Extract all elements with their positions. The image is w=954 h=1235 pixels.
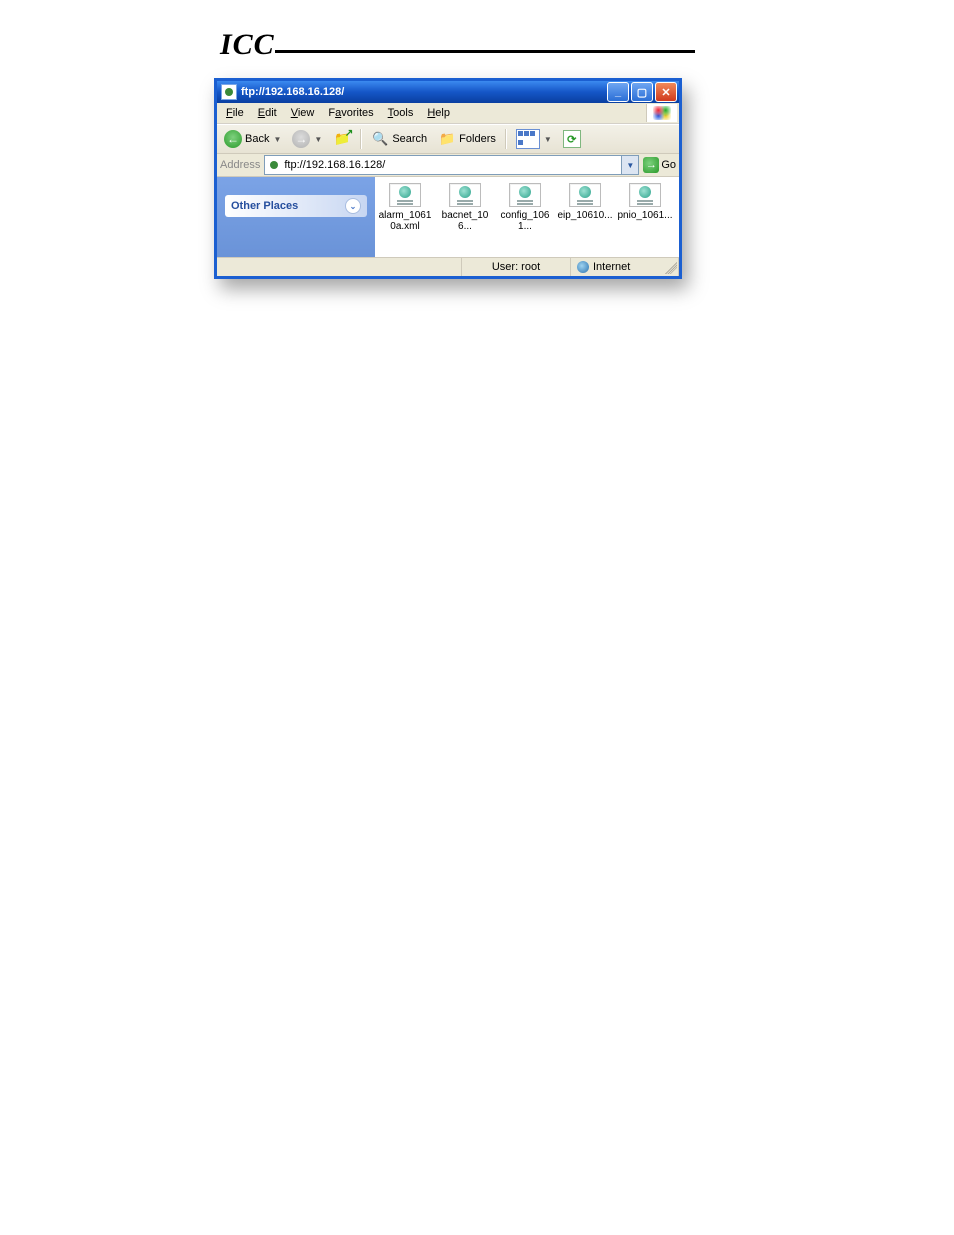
toolbar: ← Back ▼ → ▼ Search Folder bbox=[217, 124, 679, 154]
status-zone: Internet bbox=[571, 258, 679, 276]
back-label: Back bbox=[245, 133, 269, 145]
expand-icon[interactable]: ⌄ bbox=[345, 198, 361, 214]
list-item[interactable]: eip_10610... bbox=[557, 183, 613, 221]
other-places-label: Other Places bbox=[231, 200, 298, 212]
search-icon bbox=[371, 130, 389, 148]
file-name: eip_10610... bbox=[557, 210, 613, 221]
file-list[interactable]: alarm_10610a.xml bacnet_106... config_10… bbox=[375, 177, 679, 257]
views-button[interactable]: ▼ bbox=[512, 127, 556, 151]
logo-text: ICC bbox=[220, 28, 275, 62]
back-button[interactable]: ← Back ▼ bbox=[220, 128, 285, 150]
address-type-icon bbox=[267, 158, 281, 172]
menu-tools[interactable]: Tools bbox=[381, 105, 421, 121]
search-button[interactable]: Search bbox=[367, 128, 431, 150]
xml-file-icon bbox=[449, 183, 481, 207]
address-label: Address bbox=[220, 159, 260, 171]
globe-icon bbox=[577, 261, 589, 273]
list-item[interactable]: pnio_1061... bbox=[617, 183, 673, 221]
maximize-button[interactable]: ▢ bbox=[631, 82, 653, 102]
xml-file-icon bbox=[509, 183, 541, 207]
xml-file-icon bbox=[389, 183, 421, 207]
titlebar[interactable]: ftp://192.168.16.128/ _ ▢ ✕ bbox=[217, 81, 679, 103]
address-dropdown-button[interactable]: ▼ bbox=[621, 156, 638, 174]
separator bbox=[360, 129, 362, 149]
chevron-down-icon[interactable]: ▼ bbox=[273, 135, 281, 144]
minimize-button[interactable]: _ bbox=[607, 82, 629, 102]
file-name: pnio_1061... bbox=[617, 210, 673, 221]
menu-favorites[interactable]: Favorites bbox=[321, 105, 380, 121]
file-name: bacnet_106... bbox=[437, 210, 493, 232]
refresh-button[interactable]: ⟳ bbox=[559, 128, 585, 150]
forward-icon: → bbox=[292, 130, 310, 148]
file-name: config_1061... bbox=[497, 210, 553, 232]
resize-grip[interactable] bbox=[665, 262, 677, 274]
go-label: Go bbox=[661, 159, 676, 171]
list-item[interactable]: config_1061... bbox=[497, 183, 553, 232]
up-button[interactable] bbox=[329, 128, 355, 150]
back-icon: ← bbox=[224, 130, 242, 148]
menu-edit[interactable]: Edit bbox=[251, 105, 284, 121]
statusbar: User: root Internet bbox=[217, 257, 679, 276]
menu-view[interactable]: View bbox=[284, 105, 322, 121]
folders-label: Folders bbox=[459, 133, 496, 145]
file-name: alarm_10610a.xml bbox=[377, 210, 433, 232]
status-user: User: root bbox=[462, 258, 571, 276]
menu-file[interactable]: FFileile bbox=[219, 105, 251, 121]
window-system-icon[interactable] bbox=[221, 84, 237, 100]
forward-button[interactable]: → ▼ bbox=[288, 128, 326, 150]
folder-up-icon bbox=[333, 130, 351, 148]
window-title: ftp://192.168.16.128/ bbox=[241, 86, 607, 98]
xml-file-icon bbox=[629, 183, 661, 207]
menubar: FFileile Edit View Favorites Tools Help bbox=[217, 103, 679, 124]
close-button[interactable]: ✕ bbox=[655, 82, 677, 102]
views-icon bbox=[516, 129, 540, 149]
address-value: ftp://192.168.16.128/ bbox=[284, 159, 385, 171]
folders-icon bbox=[438, 130, 456, 148]
client-area: Other Places ⌄ alarm_10610a.xml bacnet_1… bbox=[217, 177, 679, 257]
search-label: Search bbox=[392, 133, 427, 145]
go-button[interactable]: → Go bbox=[643, 157, 676, 173]
list-item[interactable]: alarm_10610a.xml bbox=[377, 183, 433, 232]
list-item[interactable]: bacnet_106... bbox=[437, 183, 493, 232]
menu-help[interactable]: Help bbox=[420, 105, 457, 121]
document-header: ICC bbox=[220, 28, 695, 62]
address-input[interactable]: ftp://192.168.16.128/ ▼ bbox=[264, 155, 639, 175]
header-rule bbox=[275, 50, 695, 53]
other-places-header[interactable]: Other Places ⌄ bbox=[225, 195, 367, 217]
refresh-icon: ⟳ bbox=[563, 130, 581, 148]
throbber-icon bbox=[646, 104, 677, 122]
zone-label: Internet bbox=[593, 261, 630, 273]
status-segment bbox=[217, 258, 462, 276]
separator bbox=[505, 129, 507, 149]
addressbar: Address ftp://192.168.16.128/ ▼ → Go bbox=[217, 154, 679, 177]
chevron-down-icon[interactable]: ▼ bbox=[314, 135, 322, 144]
explorer-window: ftp://192.168.16.128/ _ ▢ ✕ FFileile Edi… bbox=[214, 78, 682, 279]
chevron-down-icon[interactable]: ▼ bbox=[544, 135, 552, 144]
tasks-pane: Other Places ⌄ bbox=[217, 177, 375, 257]
xml-file-icon bbox=[569, 183, 601, 207]
go-icon: → bbox=[643, 157, 659, 173]
folders-button[interactable]: Folders bbox=[434, 128, 500, 150]
